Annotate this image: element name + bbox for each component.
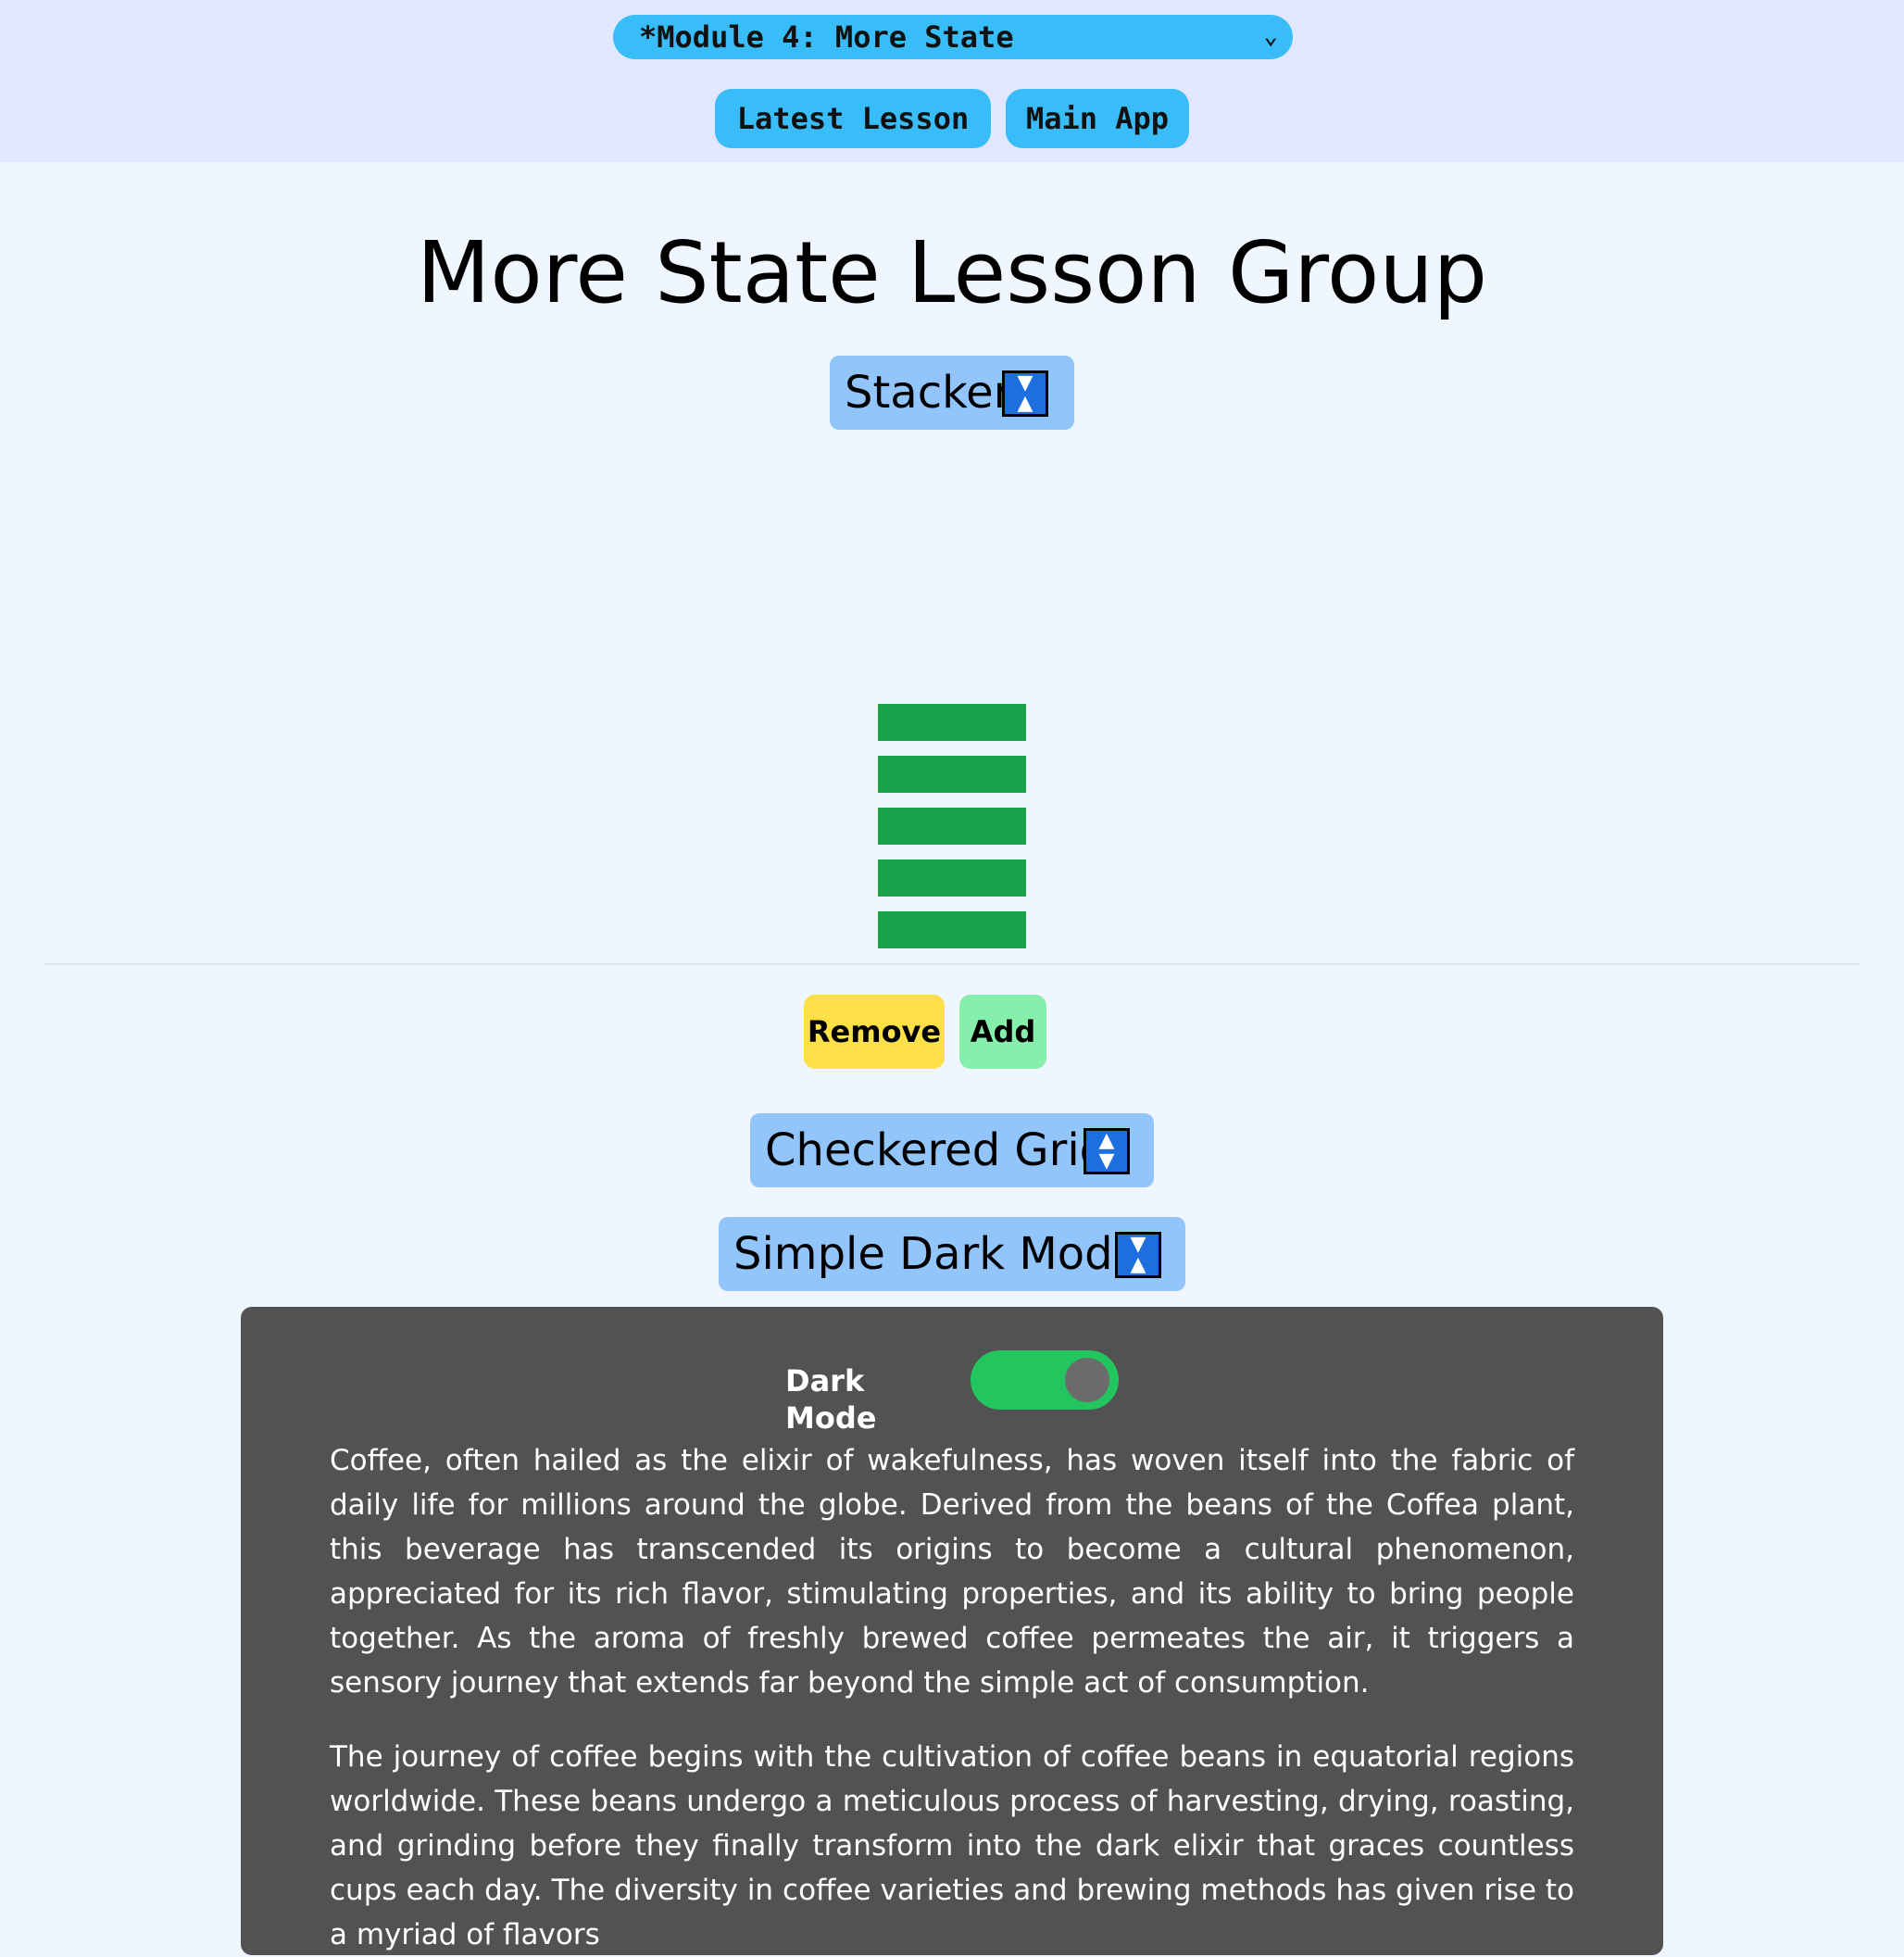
add-button[interactable]: Add bbox=[959, 995, 1046, 1069]
top-nav-bar: *Module 4: More State ⌄ Latest Lesson Ma… bbox=[0, 0, 1904, 162]
latest-lesson-button[interactable]: Latest Lesson bbox=[715, 89, 991, 148]
divider bbox=[44, 963, 1860, 965]
simple-dark-mode-section-label: Simple Dark Mode bbox=[733, 1228, 1141, 1280]
module-select-value: *Module 4: More State bbox=[639, 19, 1014, 55]
simple-dark-mode-section-header[interactable]: Simple Dark Mode ▼ ▲ bbox=[719, 1217, 1185, 1291]
stacker-section-header[interactable]: Stacker ▼ ▲ bbox=[830, 356, 1074, 430]
collapse-arrows-icon[interactable]: ▼ ▲ bbox=[1002, 370, 1048, 417]
main-app-button[interactable]: Main App bbox=[1006, 89, 1189, 148]
checkered-grid-section-header[interactable]: Checkered Grid ▲ ▼ bbox=[750, 1113, 1154, 1187]
stack-block bbox=[878, 911, 1026, 948]
dark-mode-panel: Dark Mode Coffee, often hailed as the el… bbox=[241, 1307, 1663, 1955]
stack-block bbox=[878, 859, 1026, 897]
stacker-section-label: Stacker bbox=[845, 367, 1012, 419]
module-select[interactable]: *Module 4: More State ⌄ bbox=[613, 15, 1293, 59]
stack-block bbox=[878, 808, 1026, 845]
remove-button[interactable]: Remove bbox=[804, 995, 945, 1069]
paragraph: Coffee, often hailed as the elixir of wa… bbox=[330, 1444, 1574, 1700]
stack-block bbox=[878, 704, 1026, 741]
expand-arrows-icon[interactable]: ▲ ▼ bbox=[1084, 1128, 1130, 1174]
checkered-grid-section-label: Checkered Grid bbox=[765, 1124, 1109, 1176]
collapse-arrows-icon[interactable]: ▼ ▲ bbox=[1115, 1232, 1161, 1278]
chevron-down-icon: ⌄ bbox=[1263, 22, 1278, 50]
dark-mode-toggle[interactable] bbox=[971, 1350, 1119, 1410]
toggle-knob bbox=[1065, 1358, 1109, 1402]
page-title: More State Lesson Group bbox=[416, 223, 1488, 322]
dark-mode-label: Dark Mode bbox=[785, 1363, 877, 1436]
stack-block bbox=[878, 756, 1026, 793]
paragraph: The journey of coffee begins with the cu… bbox=[330, 1740, 1574, 1951]
